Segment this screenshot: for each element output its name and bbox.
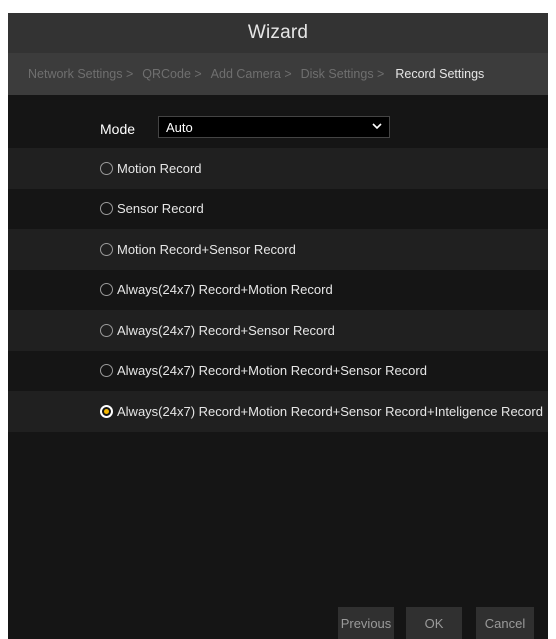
previous-button[interactable]: Previous <box>338 607 394 639</box>
wizard-steps-breadcrumb: Network Settings > QRCode > Add Camera >… <box>8 53 548 95</box>
radio-button[interactable] <box>100 242 113 256</box>
radio-button[interactable] <box>100 364 113 378</box>
step-disk-settings[interactable]: Disk Settings > <box>301 67 385 81</box>
option-motion-sensor-record[interactable]: Motion Record+Sensor Record <box>8 229 548 270</box>
record-settings-panel: Mode Auto Motion Record Sensor Record Mo… <box>8 109 548 432</box>
step-add-camera[interactable]: Add Camera > <box>211 67 292 81</box>
option-label: Motion Record+Sensor Record <box>117 241 296 257</box>
step-network-settings[interactable]: Network Settings > <box>28 67 133 81</box>
radio-button[interactable] <box>100 202 113 216</box>
step-record-settings[interactable]: Record Settings <box>395 67 484 81</box>
mode-select[interactable]: Auto <box>158 116 390 138</box>
cancel-button[interactable]: Cancel <box>476 607 534 639</box>
option-always-motion-record[interactable]: Always(24x7) Record+Motion Record <box>8 269 548 310</box>
option-sensor-record[interactable]: Sensor Record <box>8 188 548 229</box>
mode-select-value: Auto <box>166 119 193 135</box>
radio-button[interactable] <box>100 283 113 297</box>
option-always-motion-sensor-intelligence-record[interactable]: Always(24x7) Record+Motion Record+Sensor… <box>8 391 548 432</box>
title-bar: Wizard <box>8 13 548 53</box>
mode-label: Mode <box>100 120 136 137</box>
option-label: Sensor Record <box>117 201 204 217</box>
option-label: Always(24x7) Record+Motion Record+Sensor… <box>117 403 543 419</box>
option-label: Always(24x7) Record+Motion Record+Sensor… <box>117 363 427 379</box>
footer-buttons: Previous OK Cancel <box>8 607 548 639</box>
option-label: Motion Record <box>117 160 202 176</box>
radio-button[interactable] <box>100 161 113 175</box>
ok-button[interactable]: OK <box>406 607 462 639</box>
option-always-sensor-record[interactable]: Always(24x7) Record+Sensor Record <box>8 310 548 351</box>
radio-button-selected[interactable] <box>100 404 113 418</box>
option-always-motion-sensor-record[interactable]: Always(24x7) Record+Motion Record+Sensor… <box>8 350 548 391</box>
option-label: Always(24x7) Record+Motion Record <box>117 282 333 298</box>
radio-button[interactable] <box>100 323 113 337</box>
chevron-down-icon <box>372 119 382 136</box>
step-qrcode[interactable]: QRCode > <box>142 67 201 81</box>
dialog-title: Wizard <box>247 22 309 43</box>
option-label: Always(24x7) Record+Sensor Record <box>117 322 335 338</box>
option-motion-record[interactable]: Motion Record <box>8 148 548 189</box>
wizard-dialog: Wizard Network Settings > QRCode > Add C… <box>8 13 548 639</box>
mode-row: Mode Auto <box>8 109 548 148</box>
